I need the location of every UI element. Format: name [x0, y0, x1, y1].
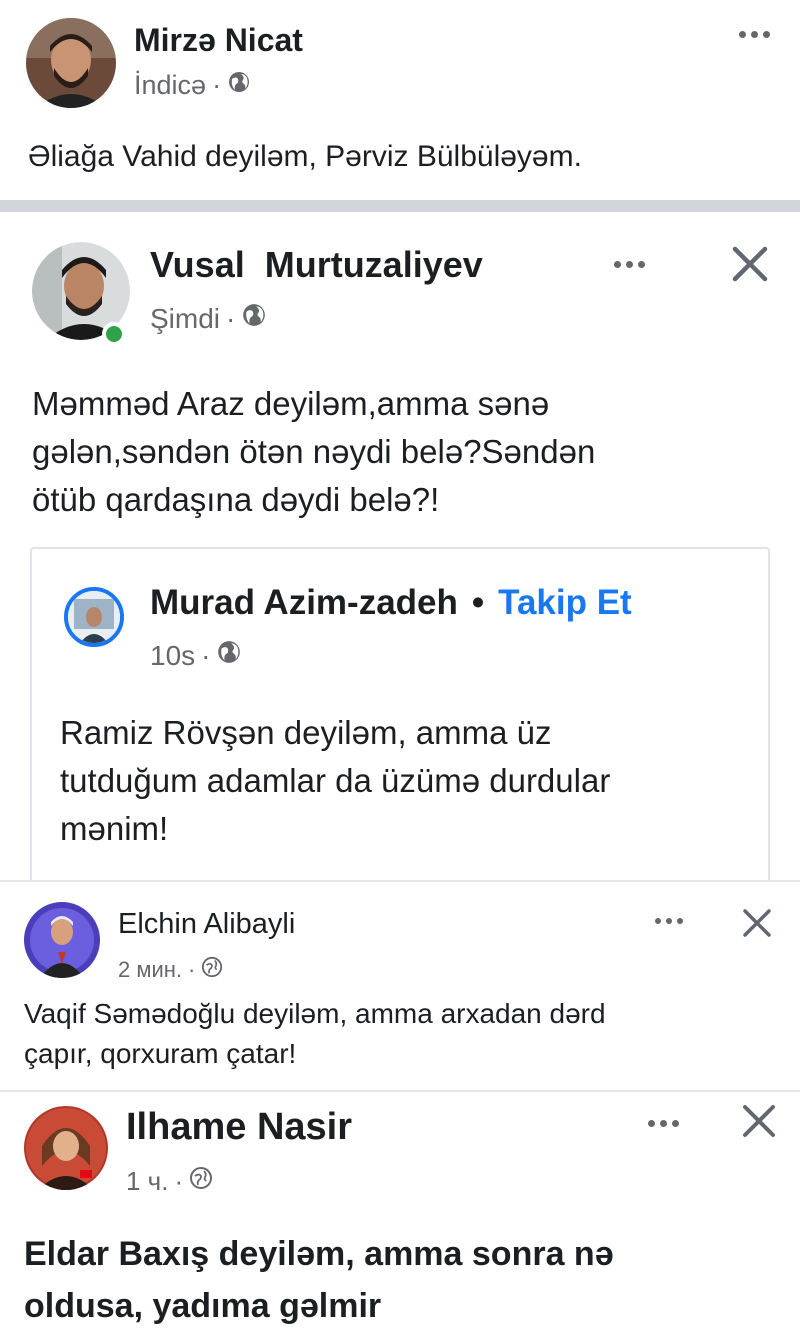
- more-options-icon[interactable]: [614, 261, 645, 268]
- shared-author-name[interactable]: Murad Azim-zadeh: [150, 583, 458, 622]
- close-icon[interactable]: [742, 1104, 776, 1143]
- post-elchin-alibayli: Elchin Alibayli 2 мин. · Vaqif Səmədoğlu…: [0, 880, 800, 1090]
- post-meta: İndicə ·: [134, 70, 251, 101]
- post-time[interactable]: Şimdi: [150, 303, 220, 335]
- shared-post-card[interactable]: Murad Azim-zadeh • Takip Et 10s · Ramiz Rö…: [30, 547, 770, 892]
- post-text-line: Vaqif Səmədoğlu deyiləm, amma arxadan də…: [24, 998, 606, 1029]
- avatar[interactable]: [24, 1106, 108, 1190]
- meta-separator: ·: [226, 302, 236, 334]
- shared-post-time[interactable]: 10s: [150, 640, 195, 672]
- meta-separator: ·: [212, 70, 222, 100]
- more-options-icon[interactable]: [739, 31, 770, 38]
- shared-post-meta: 10s ·: [150, 639, 242, 672]
- shared-post-text: Ramiz Rövşən deyiləm, amma üz tutduğum a…: [60, 709, 610, 853]
- author-name[interactable]: Ilhame Nasir: [126, 1106, 352, 1149]
- post-mirze-nicat: Mirzə Nicat İndicə · Əliağa Vahid deyilə…: [0, 0, 800, 200]
- post-ilhame-nasir: Ilhame Nasir 1 ч. · Eldar Baxış deyiləm,…: [0, 1090, 800, 1333]
- shared-author-row: Murad Azim-zadeh • Takip Et: [150, 583, 632, 623]
- author-name[interactable]: Vusal Murtuzaliyev: [150, 244, 483, 286]
- bullet-separator: •: [471, 583, 485, 622]
- post-text-line: çapır, qorxuram çatar!: [24, 1038, 297, 1069]
- follow-button[interactable]: Takip Et: [498, 583, 632, 622]
- meta-separator: ·: [188, 957, 196, 982]
- post-text-line: gələn,səndən ötən nəydi belə?Səndən: [32, 433, 596, 470]
- post-meta: Şimdi ·: [150, 302, 267, 335]
- post-text: Əliağa Vahid deyiləm, Pərviz Bülbüləyəm.: [28, 140, 582, 173]
- post-meta: 1 ч. ·: [126, 1166, 213, 1197]
- avatar[interactable]: [32, 242, 130, 346]
- post-meta: 2 мин. ·: [118, 956, 223, 984]
- post-time[interactable]: İndicə: [134, 70, 206, 101]
- post-text-line: Ramiz Rövşən deyiləm, amma üz: [60, 714, 552, 751]
- globe-icon: [201, 956, 223, 984]
- globe-icon: [189, 1166, 213, 1197]
- post-text-line: Məmməd Araz deyiləm,amma sənə: [32, 385, 550, 422]
- avatar[interactable]: [24, 902, 100, 978]
- globe-icon: [216, 639, 242, 672]
- online-status-indicator: [102, 322, 126, 346]
- close-icon[interactable]: [742, 908, 772, 943]
- post-text-line: mənim!: [60, 810, 169, 847]
- author-name[interactable]: Elchin Alibayli: [118, 908, 295, 941]
- post-text-line: ötüb qardaşına dəydi belə?!: [32, 481, 440, 518]
- post-text-line: Eldar Baxış deyiləm, amma sonra nə: [24, 1235, 614, 1273]
- post-text: Məmməd Araz deyiləm,amma sənə gələn,sənd…: [32, 380, 595, 524]
- feed-separator: [0, 200, 800, 212]
- more-options-icon[interactable]: [655, 918, 683, 924]
- meta-separator: ·: [174, 1166, 184, 1196]
- meta-separator: ·: [201, 639, 211, 671]
- post-time[interactable]: 1 ч.: [126, 1166, 168, 1197]
- post-vusal-murtuzaliyev: Vusal Murtuzaliyev Şimdi · Məmməd Araz d…: [0, 212, 800, 892]
- globe-icon: [227, 70, 251, 101]
- post-time[interactable]: 2 мин.: [118, 957, 182, 983]
- more-options-icon[interactable]: [648, 1120, 679, 1127]
- avatar[interactable]: [26, 18, 116, 108]
- author-name[interactable]: Mirzə Nicat: [134, 22, 303, 59]
- avatar[interactable]: [64, 587, 124, 647]
- post-text: Vaqif Səmədoğlu deyiləm, amma arxadan də…: [24, 994, 606, 1074]
- globe-icon: [241, 302, 267, 335]
- post-text: Eldar Baxış deyiləm, amma sonra nə oldus…: [24, 1228, 614, 1332]
- post-text-line: oldusa, yadıma gəlmir: [24, 1287, 382, 1325]
- post-text-line: tutduğum adamlar da üzümə durdular: [60, 762, 611, 799]
- close-icon[interactable]: [731, 245, 769, 288]
